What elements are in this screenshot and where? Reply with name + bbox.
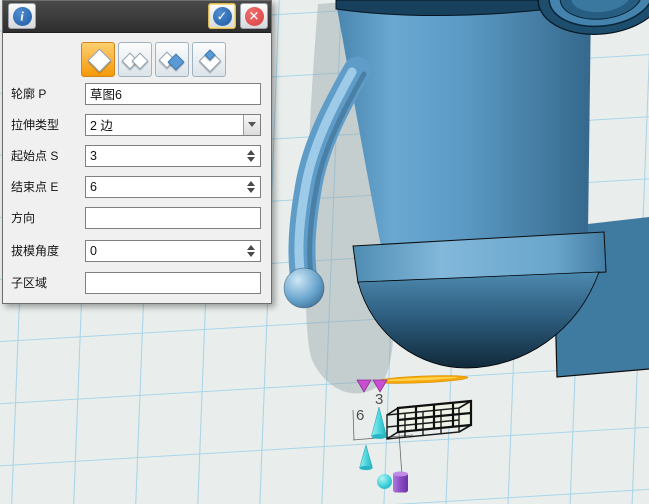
- end-point-label: 6: [356, 407, 364, 424]
- direction-field: [85, 207, 261, 229]
- spinner-down-icon[interactable]: [247, 157, 255, 162]
- close-icon: ✕: [245, 7, 264, 26]
- spinner-down-icon[interactable]: [247, 188, 255, 193]
- profile-label: 轮廓 P: [11, 85, 85, 102]
- spinner-up-icon[interactable]: [247, 181, 255, 186]
- extrude-type-dropdown-button[interactable]: [243, 115, 260, 135]
- extrude-type-label: 拉伸类型: [11, 116, 85, 133]
- end-point-field: [85, 176, 261, 198]
- application-window: 3 6: [0, 0, 649, 504]
- start-point-field-label: 起始点 S: [11, 147, 85, 164]
- extrude-dialog: i ✓ ✕: [2, 0, 272, 304]
- close-button[interactable]: ✕: [240, 3, 268, 29]
- end-point-field-label: 结束点 E: [11, 178, 85, 195]
- start-point-field: [85, 145, 261, 167]
- draft-angle-label: 拔模角度: [11, 242, 85, 259]
- extrude-solid-icon: [87, 48, 111, 72]
- draft-angle-field: [85, 240, 261, 262]
- sub-region-input[interactable]: [86, 273, 260, 293]
- extrude-solid-point-button[interactable]: [192, 42, 226, 77]
- sub-region-label: 子区域: [11, 274, 85, 291]
- endpoint-sphere-handle[interactable]: [377, 474, 392, 489]
- spinner-up-icon[interactable]: [247, 245, 255, 250]
- direction-label: 方向: [11, 209, 85, 226]
- start-point-input[interactable]: [86, 146, 260, 166]
- spinner-down-icon[interactable]: [247, 252, 255, 257]
- extrude-solid-surface-button[interactable]: [155, 42, 189, 77]
- extrude-type-input[interactable]: [86, 115, 242, 135]
- kettle-cylinder-body[interactable]: [337, 2, 591, 246]
- checkmark-icon: ✓: [213, 7, 232, 26]
- direction-input[interactable]: [86, 208, 260, 228]
- info-button[interactable]: i: [8, 3, 36, 29]
- info-icon: i: [13, 7, 32, 26]
- extrude-type-field: [85, 114, 261, 136]
- profile-input[interactable]: [86, 84, 260, 104]
- dialog-titlebar: i ✓ ✕: [3, 1, 271, 33]
- end-point-input[interactable]: [86, 177, 260, 197]
- profile-field: [85, 83, 261, 105]
- spinner-up-icon[interactable]: [247, 150, 255, 155]
- sub-region-field: [85, 272, 261, 294]
- extrude-two-solids-button[interactable]: [118, 42, 152, 77]
- extrude-solid-button[interactable]: [81, 42, 115, 77]
- handle-ball-end[interactable]: [284, 268, 324, 308]
- chevron-down-icon: [248, 122, 256, 127]
- endpoint-cylinder-cap: [393, 472, 408, 477]
- start-point-label: 3: [375, 391, 383, 408]
- draft-angle-input[interactable]: [86, 241, 260, 261]
- ok-button[interactable]: ✓: [208, 3, 236, 29]
